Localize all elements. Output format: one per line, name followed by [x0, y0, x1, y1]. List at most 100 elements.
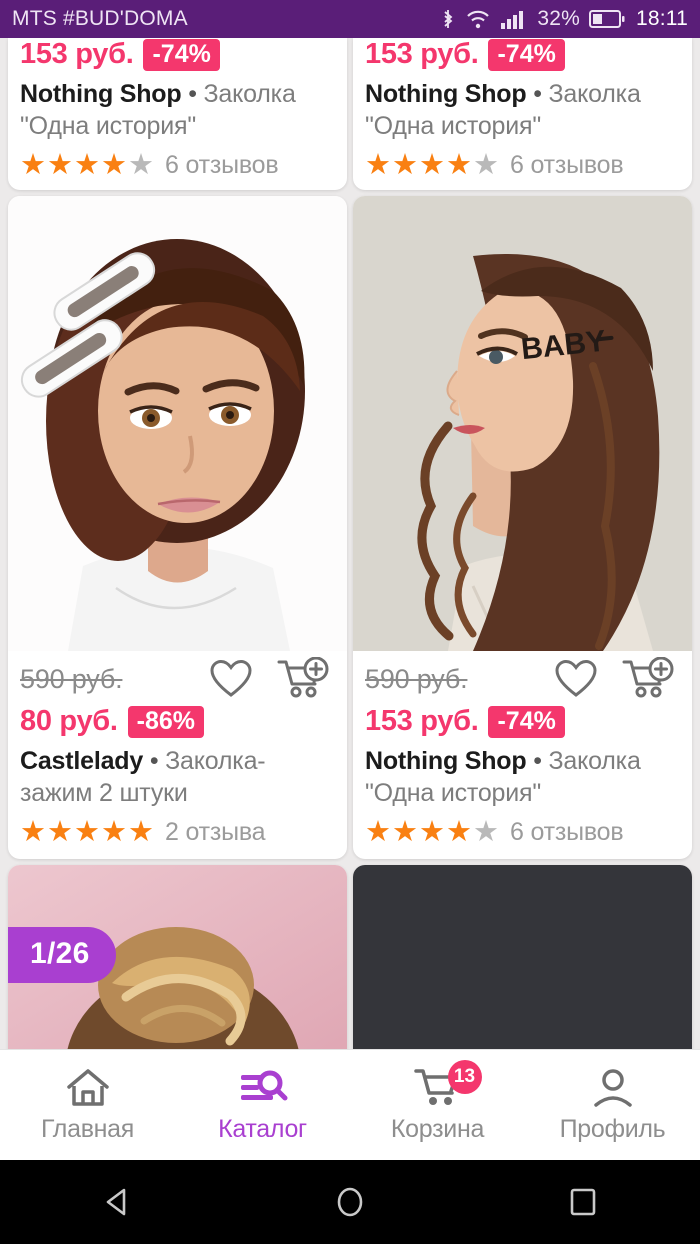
wifi-icon — [467, 10, 490, 29]
price-row: 153 руб. -74% — [20, 38, 335, 71]
star-empty: ★ — [473, 816, 499, 848]
star-filled: ★ — [365, 149, 391, 181]
product-card[interactable]: 590 руб. 80 руб. -86% Castlelady • Закол… — [8, 196, 347, 859]
add-to-cart-icon[interactable] — [277, 657, 329, 701]
recents-square-icon — [571, 1188, 596, 1216]
add-to-cart-icon[interactable] — [622, 657, 674, 701]
tab-label-profile: Профиль — [559, 1115, 666, 1143]
battery-icon — [589, 10, 625, 28]
discount-badge: -74% — [488, 705, 565, 738]
carrier-label: MTS #BUD'DOMA — [12, 7, 188, 30]
star-filled: ★ — [446, 816, 472, 848]
price-row: 153 руб. -74% — [365, 38, 680, 71]
product-image[interactable] — [353, 865, 692, 1049]
status-bar: MTS #BUD'DOMA 32% 18:11 — [0, 0, 700, 38]
tab-home[interactable]: Главная — [0, 1066, 175, 1144]
star-filled: ★ — [446, 149, 472, 181]
title-separator: • — [149, 747, 159, 775]
price-original: 590 руб. — [365, 663, 468, 694]
brand-name: Nothing Shop — [20, 80, 182, 108]
tab-label-catalog: Каталог — [218, 1115, 307, 1143]
product-row-main: 590 руб. 80 руб. -86% Castlelady • Закол… — [0, 196, 700, 859]
brand-name: Castlelady — [20, 747, 144, 775]
android-navigation-bar — [0, 1160, 700, 1244]
product-image[interactable] — [8, 196, 347, 651]
star-filled: ★ — [419, 816, 445, 848]
android-recents-button[interactable] — [467, 1183, 700, 1221]
tab-label-home: Главная — [40, 1115, 135, 1143]
price-current: 153 руб. — [365, 705, 479, 737]
person-icon — [591, 1066, 635, 1110]
home-circle-icon — [337, 1187, 363, 1217]
star-filled: ★ — [74, 149, 100, 181]
product-card[interactable]: 153 руб. -74% Nothing Shop • Заколка "Од… — [353, 38, 692, 190]
home-icon — [65, 1066, 111, 1110]
product-card[interactable]: 153 руб. -74% Nothing Shop • Заколка "Од… — [8, 38, 347, 190]
favorite-heart-icon[interactable] — [554, 659, 598, 699]
star-filled: ★ — [128, 816, 154, 848]
review-count: 6 отзывов — [510, 818, 624, 846]
star-filled: ★ — [20, 149, 46, 181]
star-filled: ★ — [392, 816, 418, 848]
card-actions — [554, 657, 680, 701]
price-current: 153 руб. — [20, 38, 134, 70]
cart-count-badge: 13 — [447, 1060, 482, 1094]
product-title: Nothing Shop • Заколка "Одна история" — [365, 745, 680, 809]
product-row-next: 1/26 — [0, 865, 700, 1049]
product-row-partial: 153 руб. -74% Nothing Shop • Заколка "Од… — [0, 38, 700, 190]
star-filled: ★ — [101, 149, 127, 181]
tab-catalog[interactable]: Каталог — [175, 1066, 350, 1144]
discount-badge: -74% — [488, 38, 565, 71]
review-count: 6 отзывов — [165, 151, 279, 179]
favorite-heart-icon[interactable] — [209, 659, 253, 699]
price-row: 80 руб. -86% — [20, 705, 335, 738]
brand-name: Nothing Shop — [365, 80, 527, 108]
product-info: 590 руб. — [353, 651, 692, 859]
price-original: 590 руб. — [20, 663, 123, 694]
price-current: 80 руб. — [20, 705, 118, 737]
star-rating: ★ ★ ★ ★ ★ — [20, 818, 154, 847]
bottom-navigation: Главная Каталог 13 Корзина Профиль — [0, 1049, 700, 1160]
back-icon — [106, 1188, 125, 1216]
tab-label-cart: Корзина — [390, 1115, 485, 1143]
star-filled: ★ — [365, 816, 391, 848]
product-image[interactable]: BABY — [353, 196, 692, 651]
star-empty: ★ — [128, 149, 154, 181]
product-grid-scroll[interactable]: 153 руб. -74% Nothing Shop • Заколка "Од… — [0, 38, 700, 1049]
signal-icon — [501, 11, 524, 29]
rating-row: ★ ★ ★ ★ ★ 6 отзывов — [365, 151, 680, 180]
title-separator: • — [188, 80, 197, 108]
android-back-button[interactable] — [0, 1183, 233, 1221]
review-count: 2 отзыва — [165, 818, 266, 846]
card-actions — [209, 657, 335, 701]
product-card[interactable] — [353, 865, 692, 1049]
pagination-badge: 1/26 — [8, 927, 116, 983]
star-empty: ★ — [473, 149, 499, 181]
price-and-actions: 590 руб. — [365, 657, 680, 701]
product-card[interactable]: 1/26 — [8, 865, 347, 1049]
tab-profile[interactable]: Профиль — [525, 1066, 700, 1144]
star-filled: ★ — [20, 816, 46, 848]
star-filled: ★ — [101, 816, 127, 848]
product-title: Nothing Shop • Заколка "Одна история" — [365, 78, 680, 142]
battery-percent-label: 32% — [537, 7, 580, 30]
rating-row: ★ ★ ★ ★ ★ 6 отзывов — [365, 818, 680, 847]
catalog-search-icon — [238, 1066, 288, 1110]
cart-icon: 13 — [413, 1060, 482, 1110]
star-filled: ★ — [47, 149, 73, 181]
brand-name: Nothing Shop — [365, 747, 527, 775]
price-row: 153 руб. -74% — [365, 705, 680, 738]
price-current: 153 руб. — [365, 38, 479, 70]
bluetooth-icon — [444, 10, 453, 28]
android-home-button[interactable] — [233, 1183, 466, 1221]
star-filled: ★ — [74, 816, 100, 848]
clock-label: 18:11 — [636, 7, 688, 30]
star-filled: ★ — [47, 816, 73, 848]
star-filled: ★ — [419, 149, 445, 181]
star-rating: ★ ★ ★ ★ ★ — [365, 818, 499, 847]
price-and-actions: 590 руб. — [20, 657, 335, 701]
tab-cart[interactable]: 13 Корзина — [350, 1060, 525, 1144]
product-card[interactable]: BABY 590 руб. 153 руб. -74% Nothing Shop… — [353, 196, 692, 859]
star-rating: ★ ★ ★ ★ ★ — [20, 151, 154, 180]
product-title: Castlelady • Заколка-зажим 2 штуки — [20, 745, 335, 809]
